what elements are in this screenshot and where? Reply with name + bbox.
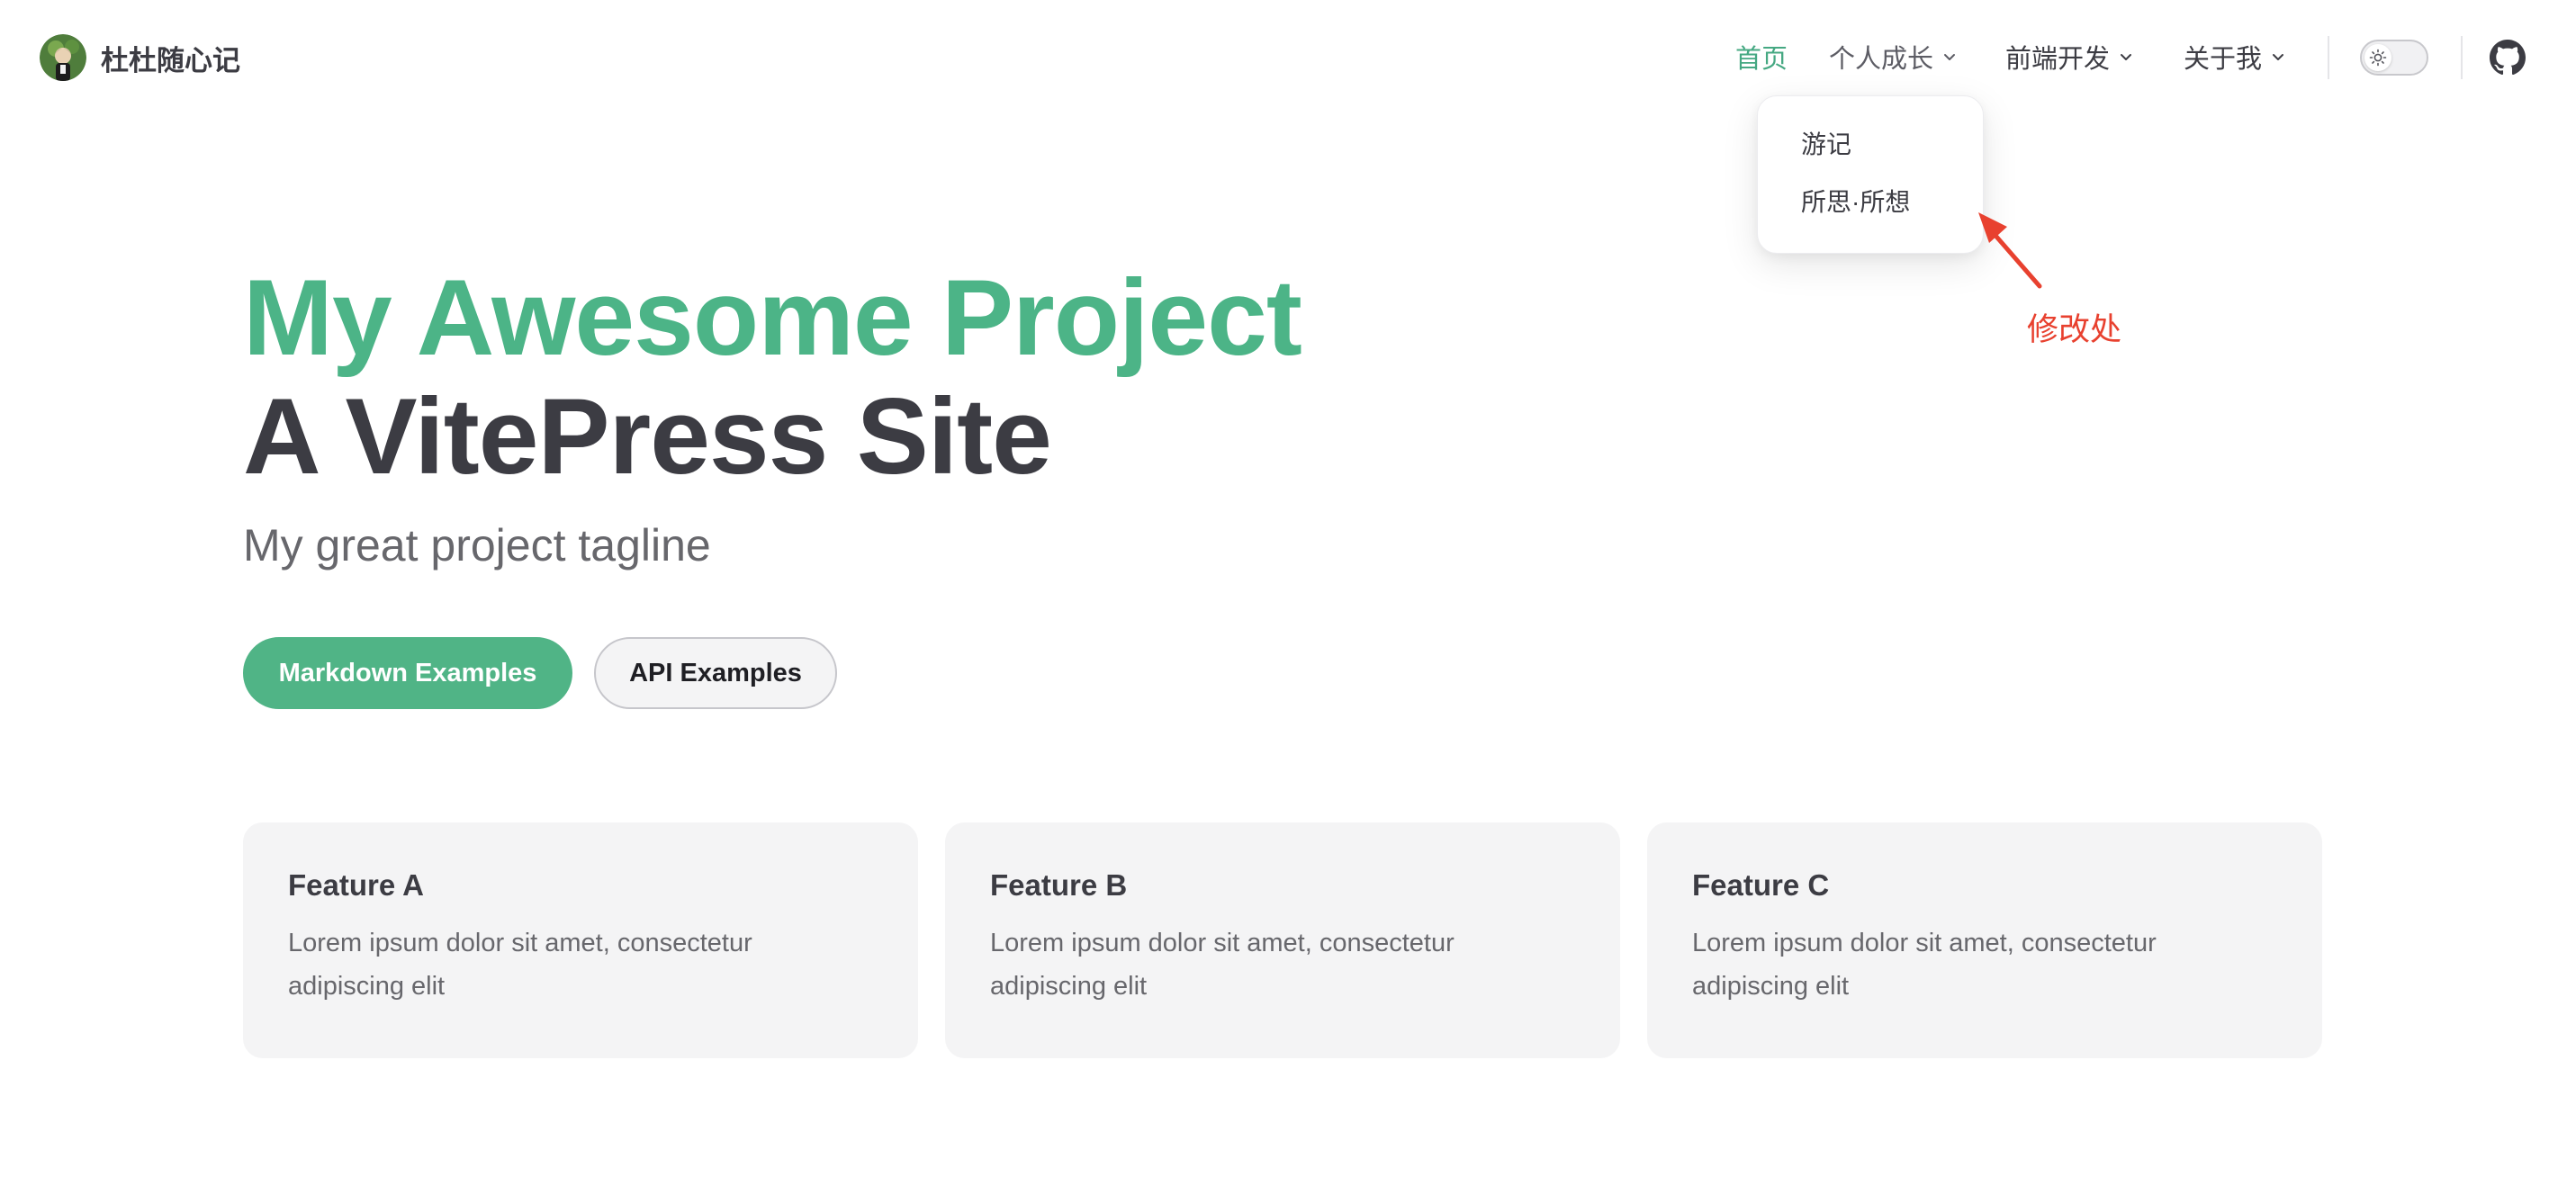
button-label: API Examples (629, 658, 802, 687)
chevron-down-icon (2273, 54, 2284, 60)
hero-tagline: My great project tagline (243, 520, 711, 571)
nav-divider (2461, 36, 2463, 79)
nav-item-label: 首页 (1735, 45, 1788, 74)
hero-text: A VitePress Site (243, 376, 1052, 497)
dropdown-item-travel[interactable]: 游记 (1758, 116, 1983, 174)
nav-item-frontend-dev[interactable]: 前端开发 (2005, 34, 2133, 79)
chevron-down-icon (2121, 54, 2132, 60)
nav-item-home[interactable]: 首页 (1735, 34, 1788, 79)
markdown-examples-button[interactable]: Markdown Examples (243, 637, 572, 709)
feature-title: Feature C (1692, 868, 1830, 902)
github-icon[interactable] (2490, 40, 2526, 76)
nav-item-label: 关于我 (2184, 45, 2263, 74)
sun-icon (2369, 49, 2387, 67)
annotation-label: 修改处 (2027, 312, 2122, 347)
nav-item-personal-growth[interactable]: 个人成长 (1829, 34, 1957, 79)
theme-toggle[interactable] (2360, 40, 2428, 76)
nav-divider (2328, 36, 2329, 79)
feature-details: Lorem ipsum dolor sit amet, consectetur … (990, 929, 1455, 1001)
personal-growth-dropdown: 游记 所思·所想 (1757, 95, 1984, 254)
feature-card: Feature A Lorem ipsum dolor sit amet, co… (243, 822, 918, 1058)
chevron-down-icon (1944, 54, 1956, 60)
nav-item-label: 个人成长 (1829, 45, 1934, 74)
site-brand[interactable]: 杜杜随心记 (40, 32, 240, 83)
button-label: Markdown Examples (278, 658, 537, 687)
api-examples-button[interactable]: API Examples (594, 637, 837, 709)
top-nav: 杜杜随心记 首页 个人成长 前端开发 关于我 (0, 0, 2576, 115)
feature-details: Lorem ipsum dolor sit amet, consectetur … (1692, 929, 2157, 1001)
dropdown-item-thoughts[interactable]: 所思·所想 (1758, 174, 1983, 231)
annotation-arrow (1978, 212, 2042, 289)
nav-item-about-me[interactable]: 关于我 (2184, 34, 2285, 79)
theme-toggle-knob (2364, 44, 2391, 71)
nav-item-label: 前端开发 (2005, 45, 2111, 74)
avatar (40, 34, 86, 81)
feature-title: Feature A (288, 868, 424, 902)
feature-card: Feature B Lorem ipsum dolor sit amet, co… (945, 822, 1620, 1058)
feature-title: Feature B (990, 868, 1128, 902)
site-title: 杜杜随心记 (101, 44, 240, 76)
feature-details: Lorem ipsum dolor sit amet, consectetur … (288, 929, 752, 1001)
hero-name: My Awesome Project (243, 257, 1302, 378)
feature-card: Feature C Lorem ipsum dolor sit amet, co… (1647, 822, 2322, 1058)
